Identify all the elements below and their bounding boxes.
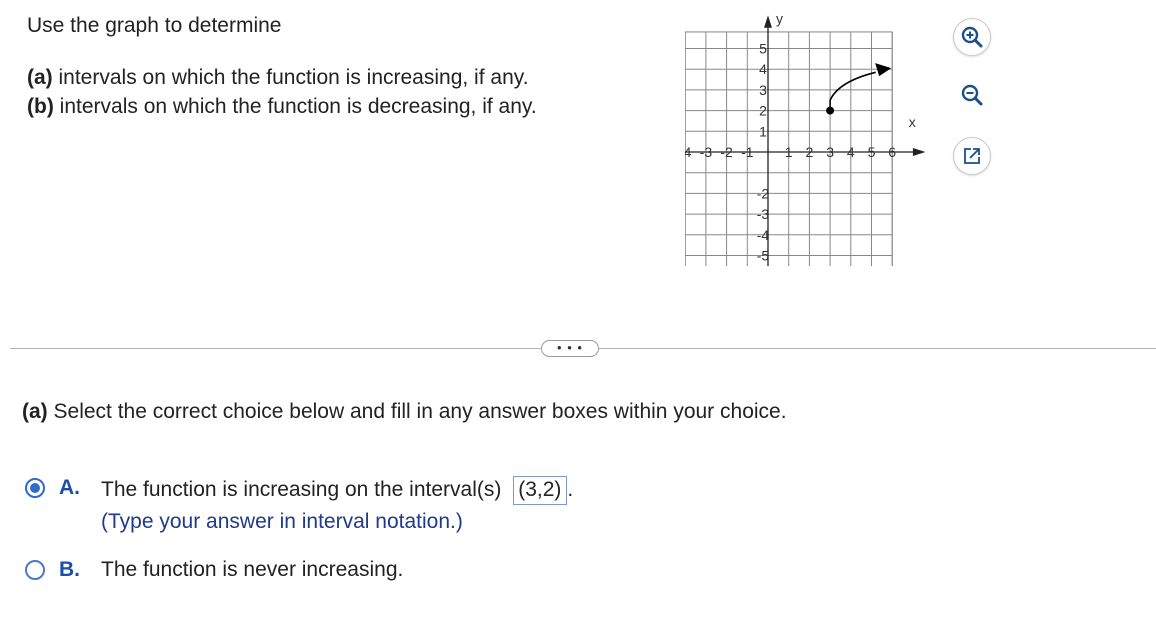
zoom-in-icon [961,26,983,48]
y-tick-label: 2 [759,103,767,119]
more-options-button[interactable]: • • • [541,340,599,357]
question-part-label: (a) [22,400,48,423]
x-tick-label: -3 [700,144,713,160]
y-tick-label: 5 [759,41,767,57]
choice-b-letter: B. [59,558,80,581]
choice-a-radio[interactable] [25,478,45,498]
x-tick-label: -2 [720,144,733,160]
interval-answer-box[interactable]: (3,2) [513,476,568,505]
choice-a-text: The function is increasing on the interv… [101,476,573,505]
prompt-parts: (a) intervals on which the function is i… [27,63,537,121]
choice-a[interactable]: A. The function is increasing on the int… [25,476,573,505]
y-axis-label: y [776,14,783,27]
zoom-out-icon [961,84,983,106]
y-tick-label: 1 [759,123,767,139]
x-tick-label: -1 [741,144,754,160]
function-graph: -4-3-2-112345654321-2-3-4-5 x y [685,14,925,266]
y-tick-label: -4 [757,227,770,243]
x-axis-label: x [909,114,916,130]
choice-a-label: The function is increasing on the interv… [101,478,508,501]
prompt-part-b: (b) intervals on which the function is d… [27,92,537,121]
prompt-intro: Use the graph to determine [27,14,282,37]
y-tick-label: 4 [759,61,767,77]
y-tick-label: -2 [757,185,770,201]
choice-b-radio[interactable] [25,560,45,580]
y-tick-label: -3 [757,206,770,222]
function-curve [829,71,876,111]
x-tick-label: 6 [888,144,896,160]
zoom-out-button[interactable] [953,76,991,114]
y-axis-arrow [764,15,772,28]
popout-button[interactable] [953,137,991,175]
choice-a-period: . [567,478,574,501]
curve-start-point [826,106,835,115]
x-tick-label: 2 [806,144,814,160]
question-text: Select the correct choice below and fill… [47,400,787,423]
choice-a-letter: A. [59,476,80,499]
x-tick-label: 4 [847,144,855,160]
y-tick-label: 3 [759,82,767,98]
external-link-icon [964,148,980,164]
x-tick-label: 5 [868,144,876,160]
question-instruction: (a) Select the correct choice below and … [22,400,787,424]
choice-b-text: The function is never increasing. [101,558,404,581]
x-tick-label: 3 [826,144,834,160]
prompt-part-a: (a) intervals on which the function is i… [27,63,537,92]
graph-axes [685,15,925,266]
problem-statement: Use the graph to determine (a) intervals… [27,12,537,121]
answer-format-hint: (Type your answer in interval notation.) [101,510,463,533]
x-axis-arrow [912,148,925,156]
part-a-text: intervals on which the function is incre… [52,66,529,89]
x-tick-label: 1 [785,144,793,160]
part-a-label: (a) [27,66,53,89]
part-b-label: (b) [27,95,54,118]
choice-b[interactable]: B. The function is never increasing. [25,558,403,582]
zoom-in-button[interactable] [953,18,991,56]
y-tick-label: -5 [757,248,770,264]
x-tick-label: -4 [685,144,692,160]
part-b-text: intervals on which the function is decre… [53,95,537,118]
curve-arrowhead [875,63,892,77]
